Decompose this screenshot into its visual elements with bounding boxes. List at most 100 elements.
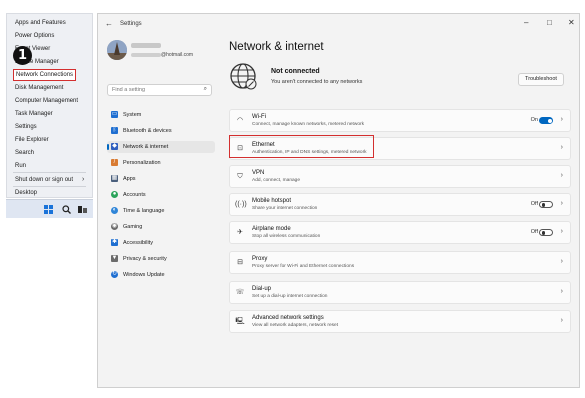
avatar[interactable] (107, 40, 127, 60)
bluetooth-icon: ᛒ (111, 127, 118, 134)
nav-time-language[interactable]: ◐ Time & language (107, 205, 215, 217)
sidebar: @hotmail.com Find a setting ⌕ ▭ System ᛒ… (98, 36, 222, 386)
minimize-button[interactable]: – (524, 18, 528, 27)
close-button[interactable]: ✕ (568, 18, 575, 27)
network-icon: ◆ (111, 143, 118, 150)
nav-label: Personalization (123, 160, 161, 166)
card-title: VPN (252, 170, 265, 176)
avatar-image (107, 40, 127, 60)
card-title: Mobile hotspot (252, 198, 292, 204)
vpn-icon: ⛉ (237, 173, 243, 180)
taskbar-search-icon[interactable] (62, 205, 71, 214)
title-bar: ← Settings – □ ✕ (98, 14, 579, 36)
wifi-toggle[interactable] (539, 117, 553, 124)
back-arrow-icon[interactable]: ← (105, 19, 113, 28)
card-description: View all network adapters, network reset (252, 323, 339, 328)
chevron-right-icon: › (560, 116, 563, 123)
nav-apps[interactable]: ▦ Apps (107, 173, 215, 185)
dialup-icon: ☏ (235, 289, 245, 296)
menu-item-shut-down-label: Shut down or sign out (15, 177, 74, 183)
dial-up-card[interactable]: ☏ Dial-up Set up a dial-up internet conn… (229, 281, 571, 304)
wifi-icon: ◠ (236, 117, 244, 124)
advanced-network-settings-card[interactable]: 🖳 Advanced network settings View all net… (229, 310, 571, 333)
wifi-card[interactable]: ◠ Wi-Fi Connect, manage known networks, … (229, 109, 571, 132)
card-title: Advanced network settings (252, 315, 324, 321)
shield-icon: ▼ (111, 255, 118, 262)
user-email-suffix: @hotmail.com (161, 52, 194, 58)
nav-label: Privacy & security (123, 256, 167, 262)
nav-gaming[interactable]: ◉ Gaming (107, 221, 215, 233)
disconnected-globe-icon (230, 63, 257, 90)
submenu-arrow-icon: › (82, 176, 85, 183)
troubleshoot-button[interactable]: Troubleshoot (518, 73, 564, 86)
card-title: Airplane mode (252, 226, 291, 232)
account-icon: ● (111, 191, 118, 198)
window-title: Settings (120, 21, 142, 27)
nav-personalization[interactable]: / Personalization (107, 157, 215, 169)
menu-separator (13, 186, 86, 187)
menu-item-file-explorer[interactable]: File Explorer (15, 136, 49, 144)
chevron-right-icon: › (560, 144, 563, 151)
settings-window: ← Settings – □ ✕ @hotmail.com Find a set… (97, 13, 580, 388)
hotspot-toggle[interactable] (539, 201, 553, 208)
user-email: @hotmail.com (131, 52, 193, 58)
wifi-state-label: On (530, 117, 538, 123)
taskbar (6, 199, 93, 218)
connection-status-title: Not connected (271, 68, 320, 75)
find-setting-search[interactable]: Find a setting ⌕ (107, 84, 212, 96)
card-description: Add, connect, manage (252, 178, 301, 183)
chevron-right-icon: › (560, 288, 563, 295)
nav-label: Network & internet (123, 144, 169, 150)
gaming-icon: ◉ (111, 223, 118, 230)
search-icon: ⌕ (203, 86, 207, 92)
system-icon: ▭ (111, 111, 118, 118)
nav-privacy-security[interactable]: ▼ Privacy & security (107, 253, 215, 265)
nav-label: Apps (123, 176, 136, 182)
ethernet-highlight (229, 135, 374, 158)
chevron-right-icon: › (560, 172, 563, 179)
brush-icon: / (111, 159, 118, 166)
nav-accounts[interactable]: ● Accounts (107, 189, 215, 201)
mobile-hotspot-card[interactable]: ((·)) Mobile hotspot Share your internet… (229, 193, 571, 216)
accessibility-icon: ✱ (111, 239, 118, 246)
menu-item-disk-management[interactable]: Disk Management (15, 84, 63, 92)
menu-item-computer-management[interactable]: Computer Management (15, 97, 78, 105)
nav-windows-update[interactable]: ↻ Windows Update (107, 269, 215, 281)
menu-item-power-options[interactable]: Power Options (15, 32, 54, 40)
chevron-right-icon: › (560, 228, 563, 235)
task-view-icon[interactable] (78, 205, 87, 214)
advanced-network-icon: 🖳 (235, 318, 245, 325)
airplane-state-label: Off (530, 229, 538, 235)
nav-bluetooth-devices[interactable]: ᛒ Bluetooth & devices (107, 125, 215, 137)
airplane-mode-card[interactable]: ✈ Airplane mode Stop all wireless commun… (229, 221, 571, 244)
nav-system[interactable]: ▭ System (107, 109, 215, 121)
windows-start-icon[interactable] (44, 205, 53, 214)
menu-item-settings[interactable]: Settings (15, 123, 37, 131)
card-title: Wi-Fi (252, 114, 266, 120)
vpn-card[interactable]: ⛉ VPN Add, connect, manage › (229, 165, 571, 188)
card-description: Proxy server for Wi-Fi and Ethernet conn… (252, 264, 355, 269)
proxy-card[interactable]: ⊟ Proxy Proxy server for Wi-Fi and Ether… (229, 251, 571, 274)
maximize-button[interactable]: □ (547, 18, 552, 27)
airplane-toggle[interactable] (539, 229, 553, 236)
menu-item-run[interactable]: Run (15, 162, 26, 170)
proxy-icon: ⊟ (237, 259, 243, 266)
card-description: Connect, manage known networks, metered … (252, 122, 364, 127)
menu-item-desktop[interactable]: Desktop (15, 189, 37, 197)
card-title: Dial-up (252, 286, 272, 292)
nav-accessibility[interactable]: ✱ Accessibility (107, 237, 215, 249)
nav-label: Time & language (123, 208, 165, 214)
menu-item-task-manager[interactable]: Task Manager (15, 110, 53, 118)
active-indicator (107, 144, 109, 150)
hotspot-state-label: Off (530, 201, 538, 207)
airplane-icon: ✈ (237, 229, 243, 236)
menu-item-network-connections[interactable]: Network Connections (13, 69, 77, 81)
menu-item-shut-down[interactable]: Shut down or sign out (15, 176, 73, 184)
menu-item-search[interactable]: Search (15, 149, 34, 157)
user-name-blurred (131, 43, 161, 48)
nav-label: Accessibility (123, 240, 153, 246)
nav-network-internet[interactable]: ◆ Network & internet (107, 141, 215, 153)
nav-label: Bluetooth & devices (123, 128, 172, 134)
menu-separator (13, 172, 86, 173)
menu-item-apps-features[interactable]: Apps and Features (15, 19, 66, 27)
